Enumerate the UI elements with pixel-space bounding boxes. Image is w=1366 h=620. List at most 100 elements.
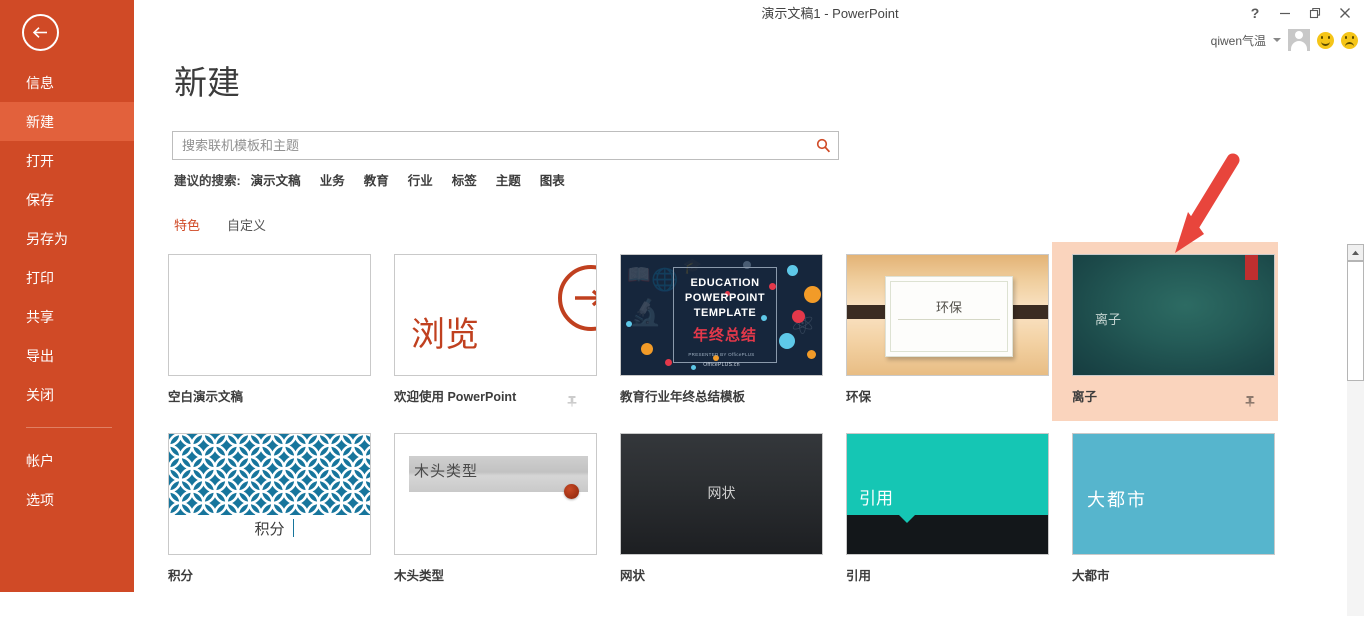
metro-slide-art: 大都市 — [1073, 434, 1274, 554]
mutou-slide-art: 木头类型 — [395, 434, 596, 554]
template-label: 离子 — [1072, 386, 1258, 405]
smiley-face-icon[interactable] — [1317, 32, 1334, 49]
sidebar-item-label: 新建 — [26, 112, 54, 132]
template-card-metro[interactable]: 大都市 大都市 — [1052, 421, 1278, 600]
template-thumbnail: 引用 — [846, 433, 1049, 555]
sidebar-item-label: 打印 — [26, 268, 54, 288]
sidebar-item-info[interactable]: 信息 — [0, 63, 134, 102]
frowny-face-icon[interactable] — [1341, 32, 1358, 49]
backstage-sidebar: 信息 新建 打开 保存 另存为 打印 共享 导出 关闭 帐户 选项 — [0, 0, 134, 592]
sidebar-item-export[interactable]: 导出 — [0, 336, 134, 375]
jifen-slide-art: 积分 — [169, 434, 370, 554]
template-card-huanbao[interactable]: 环保 环保 — [826, 242, 1052, 421]
education-line-2: POWERPOINT — [685, 291, 765, 306]
mutou-slide-text: 木头类型 — [414, 460, 478, 481]
template-label: 欢迎使用 PowerPoint — [394, 386, 580, 405]
pin-icon[interactable] — [566, 395, 578, 407]
template-card-quote[interactable]: 引用 引用 — [826, 421, 1052, 600]
sidebar-item-share[interactable]: 共享 — [0, 297, 134, 336]
template-grid: 空白演示文稿 浏览 — [148, 242, 1326, 600]
powerpoint-backstage-new-screen: 演示文稿1 - PowerPoint ? qiw — [0, 0, 1366, 620]
search-icon — [816, 138, 831, 153]
arrow-right-circle-icon — [558, 265, 597, 331]
arrow-left-icon — [32, 26, 49, 39]
suggested-link-presentation[interactable]: 演示文稿 — [251, 170, 301, 189]
template-thumbnail: 积分 — [168, 433, 371, 555]
title-bar: 演示文稿1 - PowerPoint ? qiw — [134, 0, 1366, 52]
sidebar-item-open[interactable]: 打开 — [0, 141, 134, 180]
template-thumbnail: 📖 🌐 🎓 🔬 ⚛ — [620, 254, 823, 376]
window-controls: ? — [1240, 0, 1360, 26]
search-button[interactable] — [808, 132, 838, 159]
vertical-scrollbar[interactable] — [1347, 244, 1364, 616]
minimize-icon — [1279, 7, 1291, 19]
sidebar-item-account[interactable]: 帐户 — [0, 441, 134, 480]
template-card-net[interactable]: 网状 网状 — [600, 421, 826, 600]
search-input[interactable] — [173, 132, 808, 159]
net-slide-text: 网状 — [621, 483, 822, 503]
template-label: 网状 — [620, 565, 806, 584]
sidebar-item-close[interactable]: 关闭 — [0, 375, 134, 414]
help-button[interactable]: ? — [1240, 1, 1270, 25]
sidebar-item-label: 打开 — [26, 151, 54, 171]
education-brand: OfficePLUS.cn — [621, 362, 822, 368]
pin-icon[interactable] — [1244, 395, 1256, 407]
suggested-link-business[interactable]: 业务 — [320, 170, 345, 189]
template-thumbnail: 木头类型 — [394, 433, 597, 555]
template-card-blank[interactable]: 空白演示文稿 — [148, 242, 374, 421]
template-label: 积分 — [168, 565, 354, 584]
template-label: 大都市 — [1072, 565, 1258, 584]
avatar[interactable] — [1288, 29, 1310, 51]
ion-red-tab — [1245, 255, 1258, 280]
suggested-link-industry[interactable]: 行业 — [408, 170, 433, 189]
template-card-jifen[interactable]: 积分 积分 — [148, 421, 374, 600]
close-button[interactable] — [1330, 1, 1360, 25]
education-line-3: TEMPLATE — [694, 306, 756, 321]
sidebar-item-label: 帐户 — [26, 451, 54, 471]
sidebar-item-save[interactable]: 保存 — [0, 180, 134, 219]
sidebar-item-options[interactable]: 选项 — [0, 480, 134, 519]
template-label: 引用 — [846, 565, 1032, 584]
page-title: 新建 — [174, 56, 240, 104]
template-thumbnail: 环保 — [846, 254, 1049, 376]
minimize-button[interactable] — [1270, 1, 1300, 25]
suggested-link-charts[interactable]: 图表 — [540, 170, 565, 189]
sidebar-item-save-as[interactable]: 另存为 — [0, 219, 134, 258]
suggested-link-labels[interactable]: 标签 — [452, 170, 477, 189]
scroll-up-button[interactable] — [1347, 244, 1364, 261]
microscope-icon: 🔬 — [629, 297, 661, 328]
sidebar-item-label: 另存为 — [26, 229, 68, 249]
education-slide-art: 📖 🌐 🎓 🔬 ⚛ — [621, 255, 822, 375]
template-card-welcome[interactable]: 浏览 欢迎使用 PowerPoint — [374, 242, 600, 421]
template-card-education[interactable]: 📖 🌐 🎓 🔬 ⚛ — [600, 242, 826, 421]
education-credit: PRESENTED BY OfficePLUS — [621, 352, 822, 357]
restore-button[interactable] — [1300, 1, 1330, 25]
template-row: 积分 积分 木头类型 木头类型 — [148, 421, 1326, 600]
scrollbar-track[interactable] — [1347, 381, 1364, 616]
template-thumbnail: 离子 — [1072, 254, 1275, 376]
template-card-ion[interactable]: 离子 离子 — [1052, 242, 1278, 421]
sidebar-item-label: 共享 — [26, 307, 54, 327]
template-label: 木头类型 — [394, 565, 580, 584]
net-slide-art: 网状 — [621, 434, 822, 554]
account-name[interactable]: qiwen气温 — [1211, 32, 1266, 49]
chevron-down-icon[interactable] — [1273, 38, 1281, 42]
template-card-mutou[interactable]: 木头类型 木头类型 — [374, 421, 600, 600]
sidebar-item-new[interactable]: 新建 — [0, 102, 134, 141]
huanbao-slide-text: 环保 — [886, 297, 1012, 316]
sidebar-item-label: 导出 — [26, 346, 54, 366]
suggested-link-education[interactable]: 教育 — [364, 170, 389, 189]
sidebar-item-label: 信息 — [26, 73, 54, 93]
chevron-up-icon — [1351, 250, 1360, 256]
sidebar-item-print[interactable]: 打印 — [0, 258, 134, 297]
back-button[interactable] — [22, 14, 59, 51]
sidebar-item-label: 选项 — [26, 490, 54, 510]
scrollbar-thumb[interactable] — [1347, 261, 1364, 381]
suggested-link-themes[interactable]: 主题 — [496, 170, 521, 189]
template-thumbnail: 浏览 — [394, 254, 597, 376]
quote-slide-text: 引用 — [859, 484, 893, 509]
tab-custom[interactable]: 自定义 — [227, 215, 266, 234]
book-icon: 📖 — [627, 263, 651, 287]
main-content: 新建 建议的搜索: 演示文稿 业务 教育 行业 标签 主题 图表 特色 自定义 — [134, 52, 1366, 620]
tab-featured[interactable]: 特色 — [174, 215, 200, 234]
